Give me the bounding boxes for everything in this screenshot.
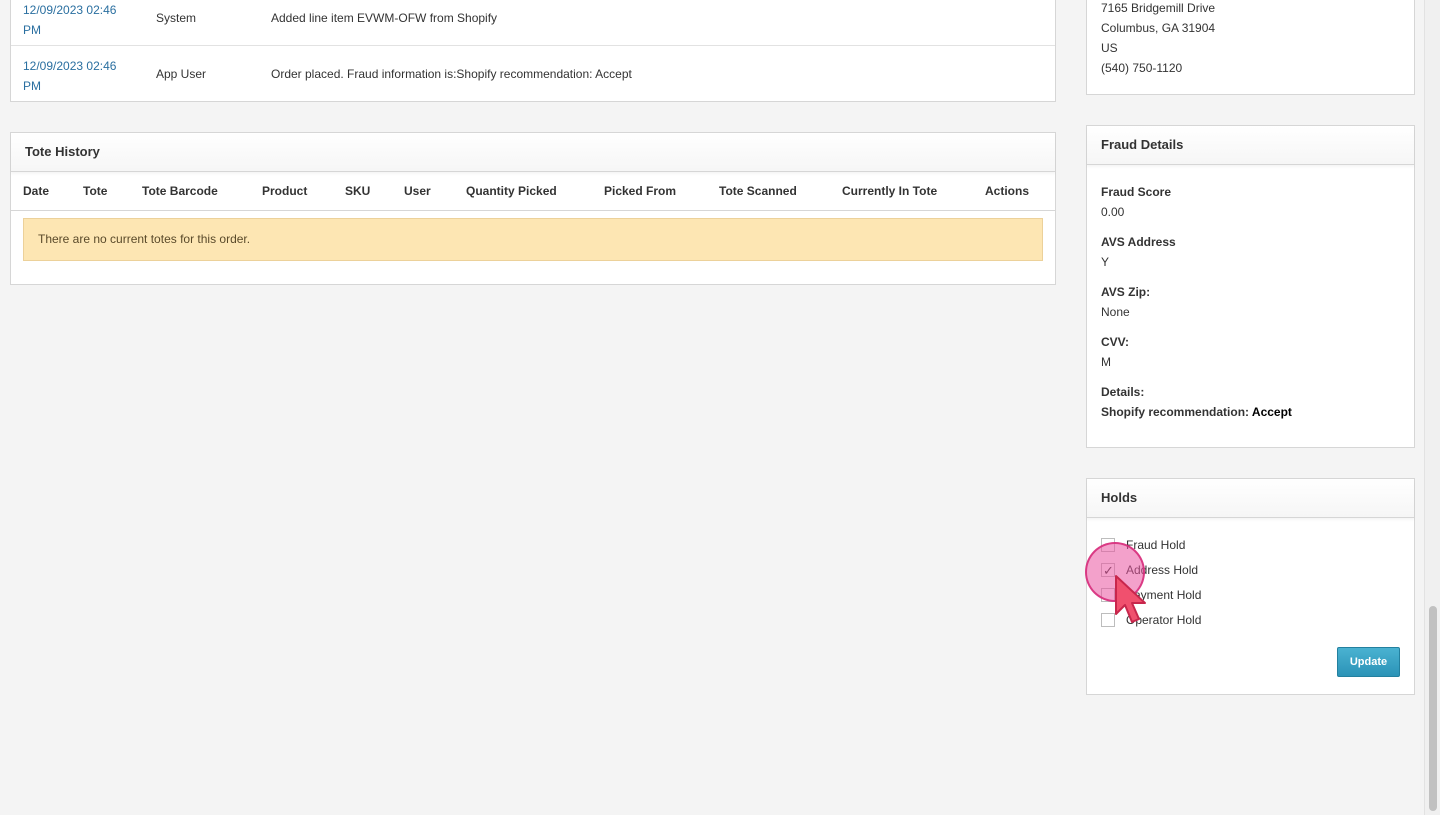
tote-history-panel: Tote History Date Tote Tote Barcode Prod… [10, 132, 1056, 285]
details-value: Accept [1251, 405, 1292, 419]
fraud-score-value: 0.00 [1101, 205, 1125, 219]
cvv-label: CVV: [1101, 335, 1130, 349]
order-activity-panel: 12/09/2023 02:46 PM System Added line it… [10, 0, 1056, 102]
column-header-user: User [404, 184, 431, 198]
tote-history-title: Tote History [11, 133, 1055, 172]
avs-address-value: Y [1101, 255, 1110, 269]
column-header-date: Date [23, 184, 50, 198]
column-header-tote-scanned: Tote Scanned [719, 184, 797, 198]
fraud-score-label: Fraud Score [1101, 185, 1172, 199]
mouse-pointer-icon [1115, 575, 1146, 623]
address-country: US [1101, 41, 1118, 55]
shipping-address-panel: 7165 Bridgemill Drive Columbus, GA 31904… [1086, 0, 1415, 95]
no-totes-alert: There are no current totes for this orde… [23, 218, 1043, 261]
fraud-details-title: Fraud Details [1087, 126, 1414, 165]
details-label: Details: [1101, 385, 1145, 399]
column-header-actions: Actions [985, 184, 1030, 198]
address-street: 7165 Bridgemill Drive [1101, 1, 1216, 15]
log-user: App User [156, 67, 207, 81]
details-text: Shopify recommendation: Accept [1101, 402, 1292, 422]
scrollbar-thumb[interactable] [1429, 606, 1437, 811]
page-scrollbar[interactable] [1424, 0, 1440, 815]
column-header-quantity-picked: Quantity Picked [466, 184, 557, 198]
update-button[interactable]: Update [1337, 647, 1400, 677]
holds-title: Holds [1087, 479, 1414, 518]
avs-address-label: AVS Address [1101, 235, 1176, 249]
column-header-sku: SKU [345, 184, 371, 198]
cvv-value: M [1101, 355, 1111, 369]
column-header-product: Product [262, 184, 308, 198]
table-row: 12/09/2023 02:46 PM System Added line it… [11, 0, 1055, 46]
column-header-tote-barcode: Tote Barcode [142, 184, 218, 198]
column-header-picked-from: Picked From [604, 184, 677, 198]
fraud-details-panel: Fraud Details Fraud Score 0.00 AVS Addre… [1086, 125, 1415, 448]
details-prefix: Shopify recommendation: [1101, 405, 1250, 419]
table-row: 12/09/2023 02:46 PM App User Order place… [11, 45, 1055, 102]
tote-table-header: Date Tote Tote Barcode Product SKU User … [11, 172, 1055, 211]
avs-zip-label: AVS Zip: [1101, 285, 1151, 299]
log-user: System [156, 11, 197, 25]
avs-zip-value: None [1101, 305, 1130, 319]
log-date-link[interactable]: 12/09/2023 02:46 PM [23, 56, 133, 96]
column-header-tote: Tote [83, 184, 108, 198]
column-header-currently-in-tote: Currently In Tote [842, 184, 938, 198]
log-message: Added line item EVWM-OFW from Shopify [271, 11, 498, 25]
address-city: Columbus, GA 31904 [1101, 21, 1216, 35]
log-date-link[interactable]: 12/09/2023 02:46 PM [23, 0, 133, 40]
log-message: Order placed. Fraud information is:Shopi… [271, 67, 632, 81]
address-phone: (540) 750-1120 [1101, 61, 1183, 75]
